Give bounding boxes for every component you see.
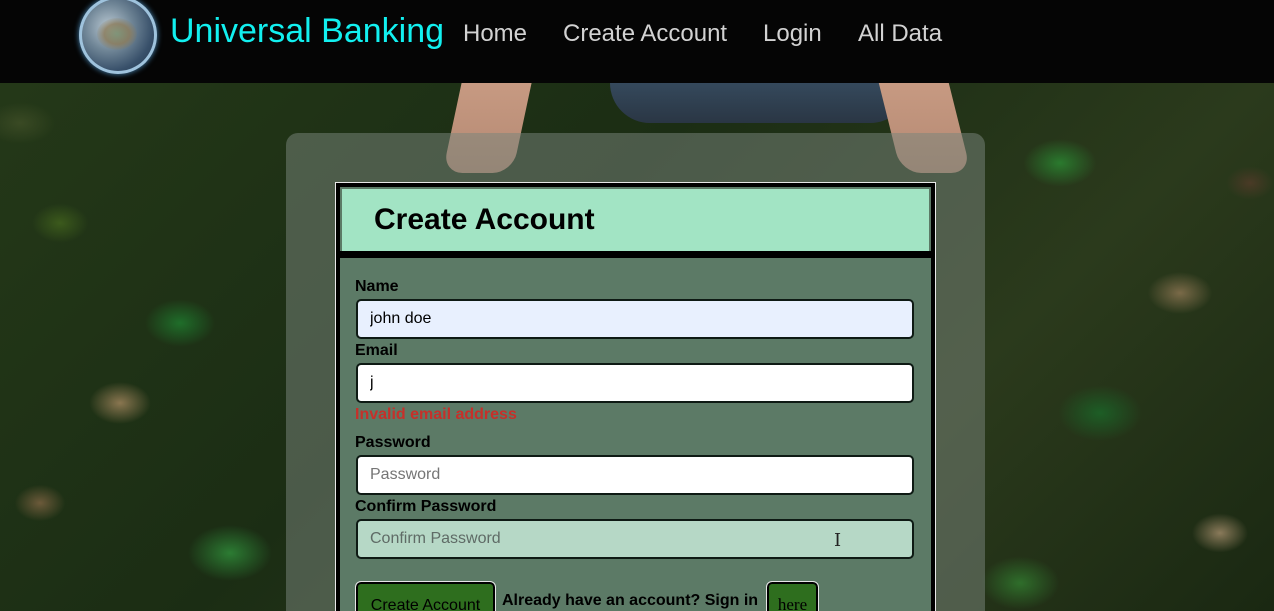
signin-prompt: Already have an account? Sign in <box>502 592 759 609</box>
email-label: Email <box>355 342 398 359</box>
nav-link-all-data[interactable]: All Data <box>858 20 942 48</box>
page-title: Create Account <box>374 203 595 236</box>
signin-here-button[interactable]: here <box>766 581 819 611</box>
password-label: Password <box>355 434 431 451</box>
confirm-password-input[interactable] <box>356 519 914 559</box>
navbar: Universal Banking Home Create Account Lo… <box>0 0 1274 83</box>
email-error-message: Invalid email address <box>355 406 517 423</box>
email-input[interactable] <box>356 363 914 403</box>
name-label: Name <box>355 278 399 295</box>
confirm-password-label: Confirm Password <box>355 498 497 515</box>
password-input[interactable] <box>356 455 914 495</box>
brand-title[interactable]: Universal Banking <box>170 12 444 51</box>
nav-link-home[interactable]: Home <box>463 20 527 48</box>
nav-link-login[interactable]: Login <box>763 20 822 48</box>
globe-logo-icon[interactable] <box>79 0 157 74</box>
background-shorts <box>610 83 910 123</box>
nav-link-create-account[interactable]: Create Account <box>563 20 727 48</box>
create-account-card: Create Account Name Email Invalid email … <box>335 182 936 611</box>
name-input[interactable] <box>356 299 914 339</box>
text-cursor-icon: I <box>834 530 842 551</box>
create-account-button[interactable]: Create Account <box>355 581 496 611</box>
header-divider <box>340 251 931 258</box>
card-header: Create Account <box>342 189 929 251</box>
